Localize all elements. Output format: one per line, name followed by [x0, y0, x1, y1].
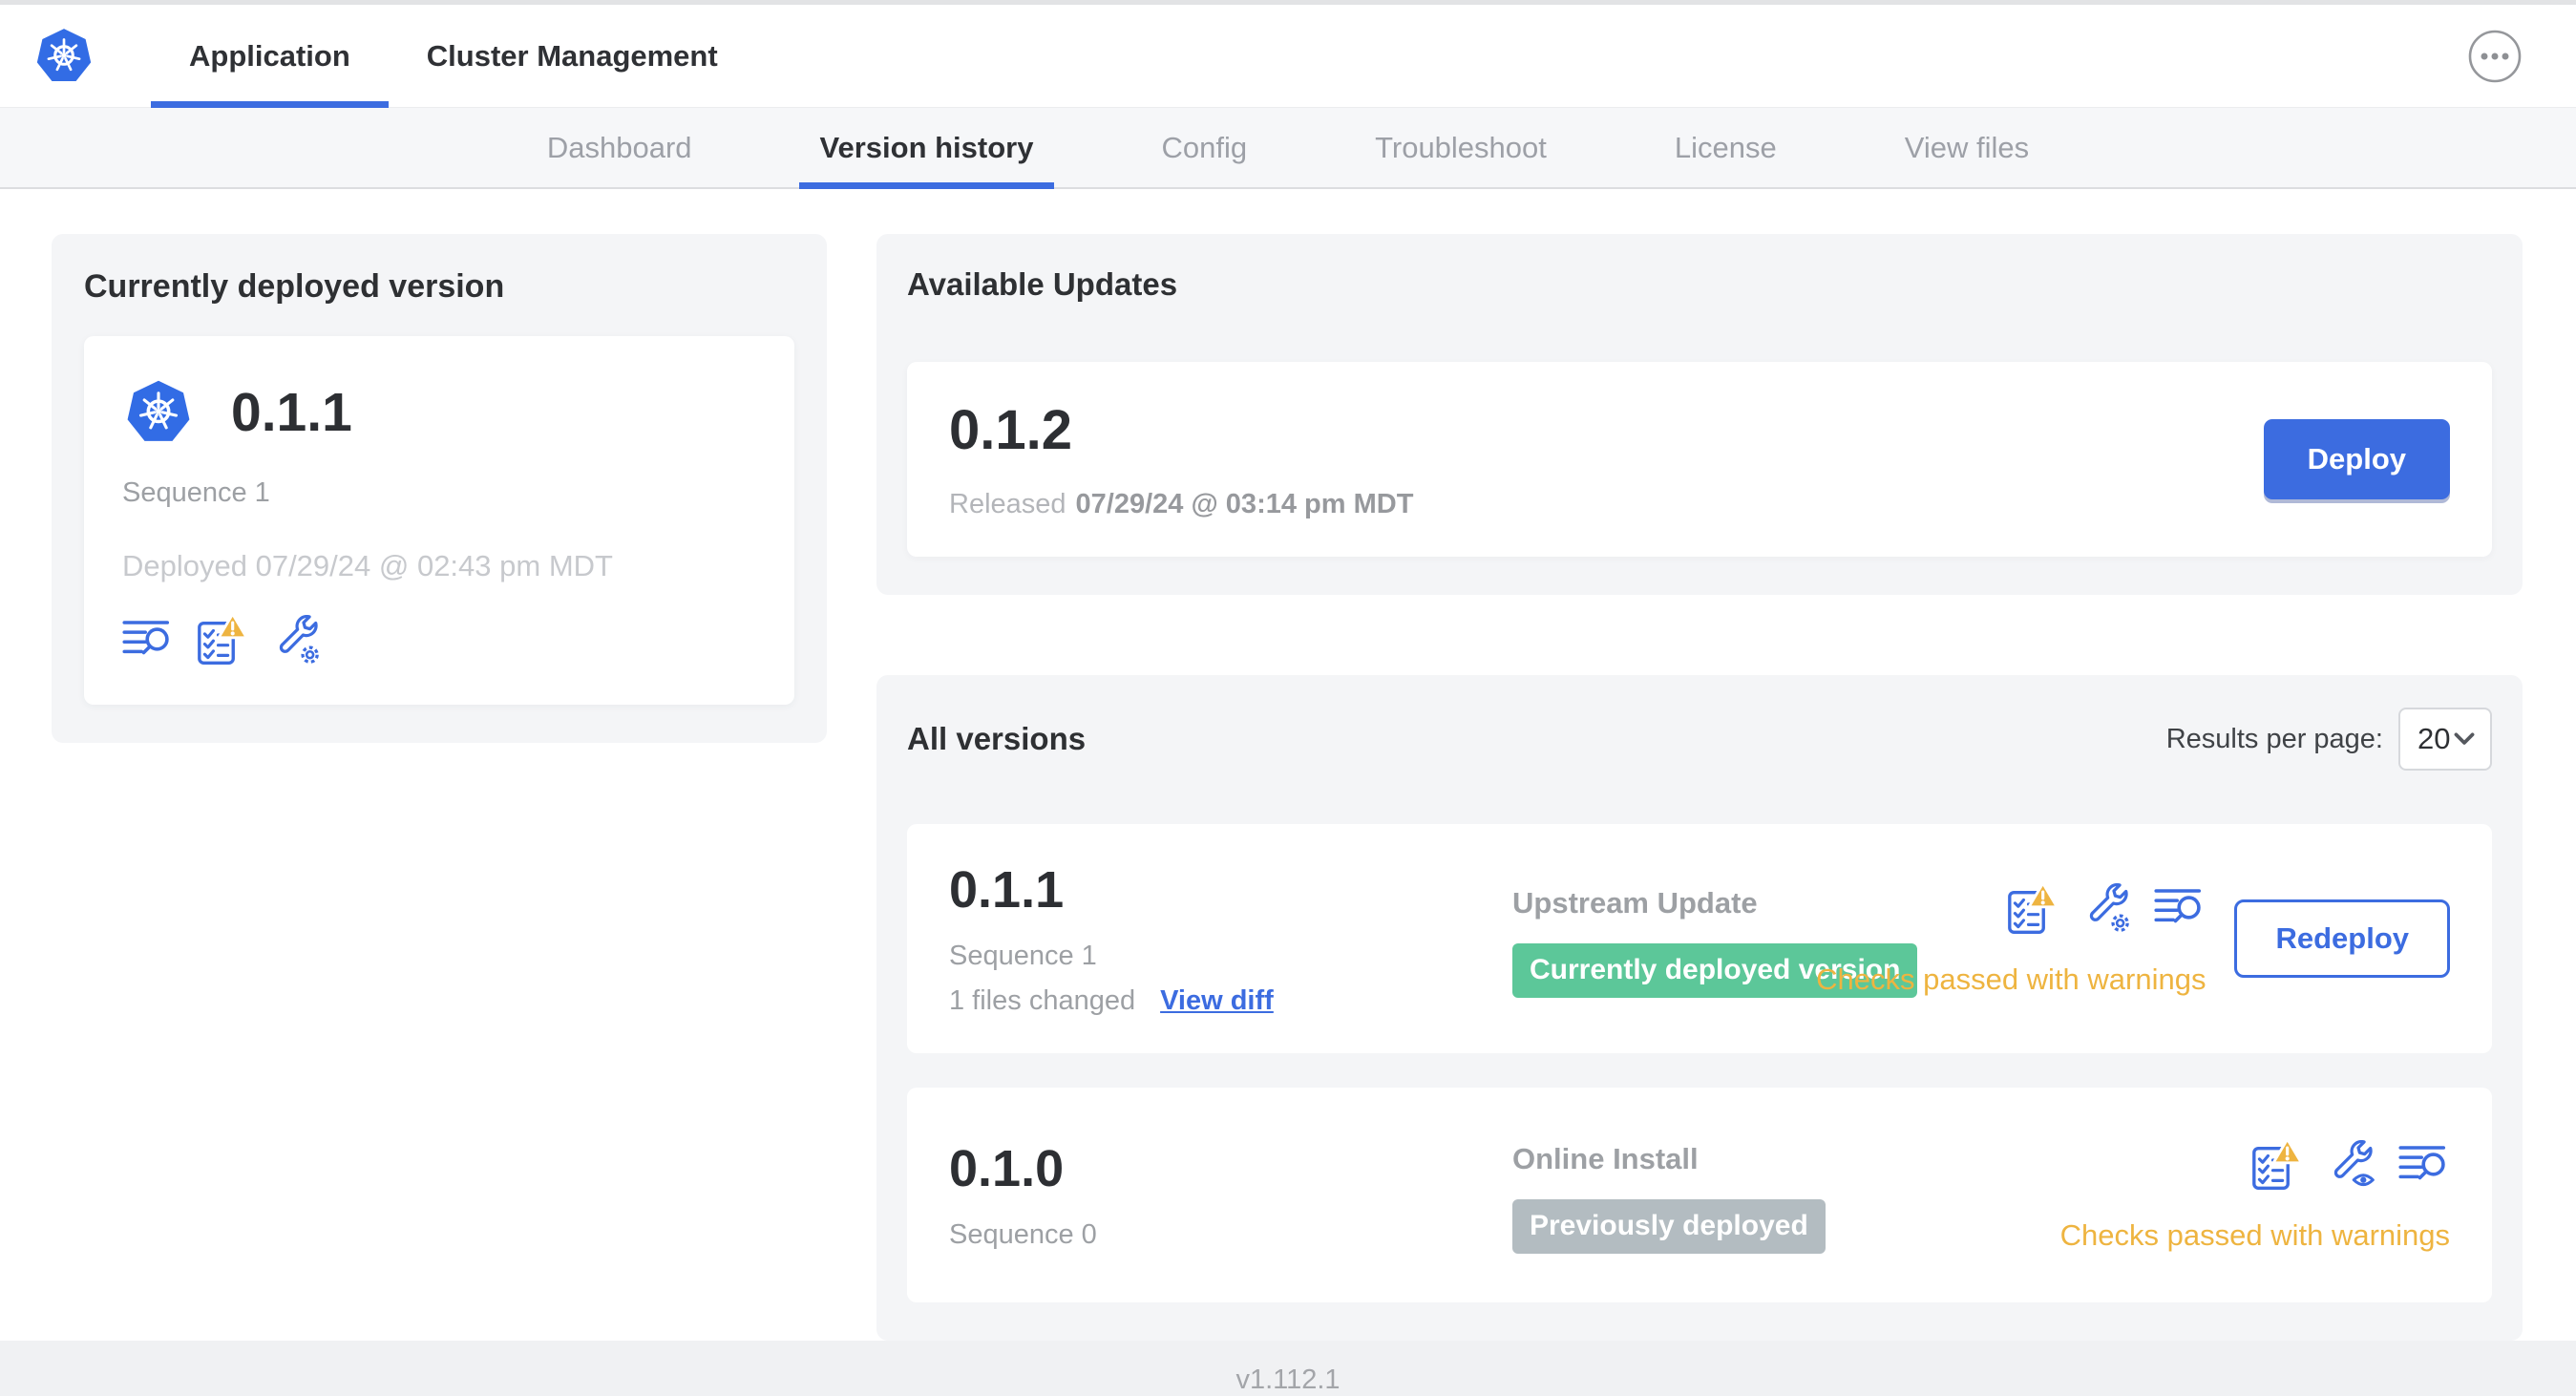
kubernetes-app-icon	[122, 376, 195, 449]
available-updates-title: Available Updates	[907, 266, 1178, 302]
tab-application[interactable]: Application	[151, 5, 389, 108]
kots-admin-console: Application Cluster Management Dashboard…	[0, 0, 2576, 1396]
tab-cluster-management[interactable]: Cluster Management	[389, 5, 756, 107]
currently-deployed-panel: Currently deployed version 0.1.1 Sequenc…	[52, 234, 827, 743]
app-subnav: Dashboard Version history Config Trouble…	[0, 108, 2576, 189]
preflight-checks-warning-icon[interactable]	[2251, 1137, 2303, 1192]
subtab-troubleshoot-label: Troubleshoot	[1375, 130, 1547, 164]
subtab-license-label: License	[1674, 130, 1777, 164]
tab-cluster-management-label: Cluster Management	[426, 38, 718, 73]
release-notes-icon[interactable]	[2154, 885, 2206, 931]
subtab-view-files-label: View files	[1904, 130, 2030, 164]
available-updates-panel: Available Updates 0.1.2 Released 07/29/24…	[876, 234, 2523, 595]
results-per-page: Results per page: 20	[2166, 708, 2492, 771]
tab-application-label: Application	[189, 38, 350, 73]
row-sequence: Sequence 0	[949, 1219, 1097, 1250]
current-version-number: 0.1.1	[231, 382, 352, 443]
subtab-config-label: Config	[1161, 130, 1248, 164]
subtab-view-files[interactable]: View files	[1899, 108, 2035, 187]
row-source-label: Upstream Update	[1512, 885, 1758, 920]
main-content: Currently deployed version 0.1.1 Sequenc…	[0, 189, 2576, 1341]
edit-config-icon[interactable]	[271, 615, 321, 665]
ellipsis-icon	[2467, 29, 2523, 84]
results-per-page-select[interactable]: 20	[2398, 708, 2492, 771]
version-row-0-1-0: 0.1.0 Sequence 0 Online Install Previous…	[907, 1088, 2492, 1302]
release-notes-icon[interactable]	[122, 617, 174, 663]
row-version-number: 0.1.0	[949, 1140, 1065, 1197]
right-column: Available Updates 0.1.2 Released 07/29/24…	[876, 234, 2523, 1341]
redeploy-button[interactable]: Redeploy	[2234, 899, 2450, 978]
row-sequence: Sequence 1	[949, 941, 1097, 971]
preflight-status-text: Checks passed with warnings	[2059, 1218, 2450, 1252]
subtab-dashboard-label: Dashboard	[546, 130, 692, 164]
preflight-checks-warning-icon[interactable]	[2007, 881, 2059, 936]
view-config-icon[interactable]	[2326, 1140, 2375, 1190]
app-header: Application Cluster Management	[0, 5, 2576, 108]
row-source-label: Online Install	[1512, 1142, 1699, 1175]
row-version-number: 0.1.1	[949, 861, 1065, 919]
subtab-version-history[interactable]: Version history	[798, 108, 1055, 189]
console-version: v1.112.1	[1235, 1364, 1341, 1395]
currently-deployed-title: Currently deployed version	[84, 268, 505, 305]
current-version-deployed-at: Deployed 07/29/24 @ 02:43 pm MDT	[122, 549, 613, 582]
subtab-version-history-label: Version history	[819, 130, 1034, 164]
released-prefix: Released	[949, 489, 1066, 519]
view-diff-link[interactable]: View diff	[1160, 985, 1274, 1017]
all-versions-title: All versions	[907, 721, 1087, 756]
subtab-dashboard[interactable]: Dashboard	[541, 108, 698, 187]
app-footer: v1.112.1	[0, 1341, 2576, 1396]
preflight-status-text: Checks passed with warnings	[1816, 962, 2206, 996]
subtab-config[interactable]: Config	[1155, 108, 1253, 187]
results-per-page-label: Results per page:	[2165, 723, 2383, 754]
row-files-changed: 1 files changed	[949, 985, 1136, 1016]
more-menu-button[interactable]	[2467, 28, 2523, 84]
release-notes-icon[interactable]	[2398, 1142, 2450, 1188]
subtab-troubleshoot[interactable]: Troubleshoot	[1369, 108, 1552, 187]
primary-tabs: Application Cluster Management	[151, 5, 756, 108]
currently-deployed-card: 0.1.1 Sequence 1 Deployed 07/29/24 @ 02:…	[84, 336, 794, 705]
update-version-number: 0.1.2	[949, 399, 1072, 461]
chevron-down-icon	[2454, 732, 2475, 746]
available-update-card: 0.1.2 Released 07/29/24 @ 03:14 pm MDT De…	[907, 362, 2492, 557]
released-date: 07/29/24 @ 03:14 pm MDT	[1075, 489, 1414, 519]
version-row-0-1-1: 0.1.1 Sequence 1 1 files changed View di…	[907, 824, 2492, 1053]
subtab-license[interactable]: License	[1669, 108, 1783, 187]
edit-config-icon[interactable]	[2081, 883, 2131, 933]
status-badge-previously-deployed: Previously deployed	[1512, 1199, 1826, 1254]
deploy-button[interactable]: Deploy	[2263, 419, 2450, 499]
current-version-sequence: Sequence 1	[122, 477, 270, 508]
results-per-page-value: 20	[2418, 722, 2451, 755]
kubernetes-logo	[32, 25, 95, 88]
update-released-line: Released 07/29/24 @ 03:14 pm MDT	[949, 489, 1413, 520]
all-versions-panel: All versions Results per page: 20 0.1.1 …	[876, 675, 2523, 1341]
preflight-checks-warning-icon[interactable]	[197, 612, 248, 666]
